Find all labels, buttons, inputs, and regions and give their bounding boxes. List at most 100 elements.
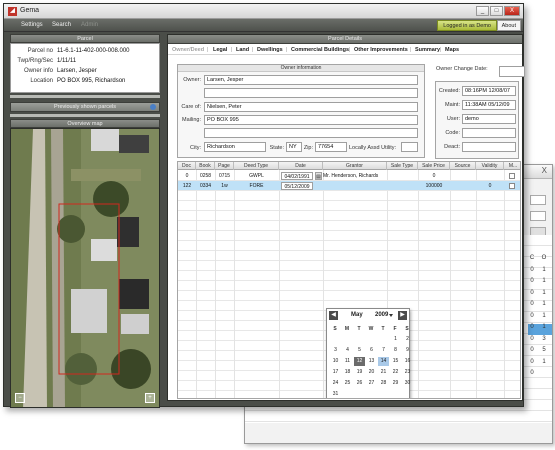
overview-map[interactable]: − +: [10, 128, 160, 408]
close-button[interactable]: X: [504, 6, 520, 16]
cell-sale-price: 100000: [425, 183, 443, 189]
column-sale-price[interactable]: Sale Price: [418, 162, 450, 170]
tab-legal[interactable]: Legal: [213, 47, 227, 53]
calendar-day[interactable]: 27: [366, 379, 377, 388]
owner-field-2[interactable]: [204, 88, 418, 98]
mailing-field[interactable]: PO BOX 995: [204, 115, 418, 125]
calendar-day[interactable]: 11: [342, 357, 353, 366]
calendar-day[interactable]: 5: [354, 346, 365, 355]
column-book[interactable]: Book: [196, 162, 215, 170]
minimize-button[interactable]: _: [476, 6, 489, 16]
tab-dwellings[interactable]: Dwellings: [257, 47, 283, 53]
background-field-1[interactable]: [530, 195, 546, 205]
calendar-day[interactable]: 22: [390, 368, 401, 377]
calendar-day[interactable]: 6: [366, 346, 377, 355]
previously-shown-parcels-button[interactable]: Previously shown parcels: [10, 102, 160, 112]
tab-maps[interactable]: Maps: [445, 47, 459, 53]
calendar-day[interactable]: 21: [378, 368, 389, 377]
deact-field[interactable]: [462, 142, 516, 152]
maint-field[interactable]: 11:38AM 05/12/09: [462, 100, 516, 110]
column-deed-type[interactable]: Deed Type: [234, 162, 279, 170]
calendar-day[interactable]: 4: [342, 346, 353, 355]
owner-field[interactable]: Larsen, Jesper: [204, 75, 418, 85]
tab-commercial-buildings[interactable]: Commercial Buildings: [291, 47, 349, 53]
calendar-day[interactable]: 29: [390, 379, 401, 388]
year-dropdown-icon[interactable]: [389, 314, 393, 317]
parcel-row: Twp/Rng/Sec 1/11/11: [15, 56, 155, 66]
column-sale-type[interactable]: Sale Type: [387, 162, 418, 170]
zoom-out-icon[interactable]: −: [15, 393, 25, 403]
user-field[interactable]: demo: [462, 114, 516, 124]
menu-search[interactable]: Search: [52, 22, 71, 28]
calendar-day[interactable]: 9: [402, 346, 413, 355]
city-field[interactable]: Richardson: [204, 142, 266, 152]
calendar-day[interactable]: 24: [330, 379, 341, 388]
row-checkbox[interactable]: [509, 173, 515, 179]
splitter[interactable]: [10, 114, 160, 117]
title-bar[interactable]: ◢ Gema _ □ X: [4, 4, 523, 19]
cell-date[interactable]: 04/02/1991: [281, 172, 313, 180]
calendar-day[interactable]: 16: [402, 357, 413, 366]
table-row[interactable]: 0 0258 0715 GWPL 04/02/1991 ▤ Mr. Hender…: [178, 171, 520, 181]
calendar-day[interactable]: 28: [378, 379, 389, 388]
calendar-day[interactable]: 20: [366, 368, 377, 377]
created-field[interactable]: 08:16PM 12/08/07: [462, 86, 516, 96]
owner-change-date-field[interactable]: [499, 66, 525, 77]
calendar-icon[interactable]: ▤: [315, 172, 322, 180]
row-checkbox[interactable]: [509, 183, 515, 189]
column-doc[interactable]: Doc: [178, 162, 196, 170]
calendar-day[interactable]: 30: [402, 379, 413, 388]
cell-date[interactable]: 05/12/2009: [281, 182, 313, 190]
cell-validity: 0: [488, 183, 492, 189]
next-month-icon[interactable]: ▶: [398, 311, 407, 320]
splitter[interactable]: [10, 95, 160, 98]
mailing-field-2[interactable]: [204, 128, 418, 138]
column-validity[interactable]: Validity: [476, 162, 504, 170]
tab-summary[interactable]: Summary: [415, 47, 440, 53]
table-row[interactable]: 122 0334 1w FORE 05/12/2009 100000 0: [178, 181, 520, 191]
background-field-2[interactable]: [530, 211, 546, 221]
locally-assd-utility-field[interactable]: [401, 142, 418, 152]
date-picker[interactable]: ◀ May 2009 ▶ S M T W T F S 1 2 3 4 5 6 7 8 9 10 11 12 13 14 1…: [326, 308, 413, 398]
tab-other-improvements[interactable]: Other Improvements: [354, 47, 408, 53]
column-source[interactable]: Source: [450, 162, 476, 170]
calendar-day[interactable]: 15: [390, 357, 401, 366]
calendar-day[interactable]: 19: [354, 368, 365, 377]
zoom-in-icon[interactable]: +: [145, 393, 155, 403]
calendar-day[interactable]: 17: [330, 368, 341, 377]
column-grantor[interactable]: Grantor: [323, 162, 387, 170]
calendar-day[interactable]: 31: [330, 390, 341, 398]
weekday-label: T: [357, 326, 361, 332]
calendar-day[interactable]: 2: [402, 335, 413, 344]
calendar-day[interactable]: 25: [342, 379, 353, 388]
calendar-day[interactable]: 3: [330, 346, 341, 355]
maximize-button[interactable]: □: [490, 6, 503, 16]
zip-field[interactable]: 77654: [315, 142, 347, 152]
about-button[interactable]: About: [496, 20, 521, 31]
calendar-day[interactable]: 7: [378, 346, 389, 355]
state-field[interactable]: NY: [286, 142, 302, 152]
calendar-day[interactable]: 8: [390, 346, 401, 355]
code-field[interactable]: [462, 128, 516, 138]
column-page[interactable]: Page: [215, 162, 234, 170]
globe-icon[interactable]: [150, 104, 156, 110]
calendar-day[interactable]: 18: [342, 368, 353, 377]
calendar-day[interactable]: 23: [402, 368, 413, 377]
date-picker-year[interactable]: 2009: [375, 312, 388, 318]
calendar-day[interactable]: 10: [330, 357, 341, 366]
date-picker-month[interactable]: May: [351, 312, 363, 318]
calendar-day[interactable]: 12: [354, 357, 365, 366]
menu-settings[interactable]: Settings: [21, 22, 43, 28]
calendar-day[interactable]: 14: [378, 357, 389, 366]
previous-month-icon[interactable]: ◀: [329, 311, 338, 320]
column-m[interactable]: M...: [504, 162, 520, 170]
tab-owner-deed[interactable]: Owner/Deed: [172, 47, 204, 53]
calendar-day[interactable]: 1: [390, 335, 401, 344]
tab-land[interactable]: Land: [236, 47, 249, 53]
audit-box: Created: 08:16PM 12/08/07 Maint: 11:38AM…: [435, 81, 519, 159]
calendar-day[interactable]: 13: [366, 357, 377, 366]
calendar-day[interactable]: 26: [354, 379, 365, 388]
care-of-field[interactable]: Nielsen, Peter: [204, 102, 418, 112]
column-date[interactable]: Date: [279, 162, 323, 170]
close-icon[interactable]: X: [542, 166, 547, 175]
